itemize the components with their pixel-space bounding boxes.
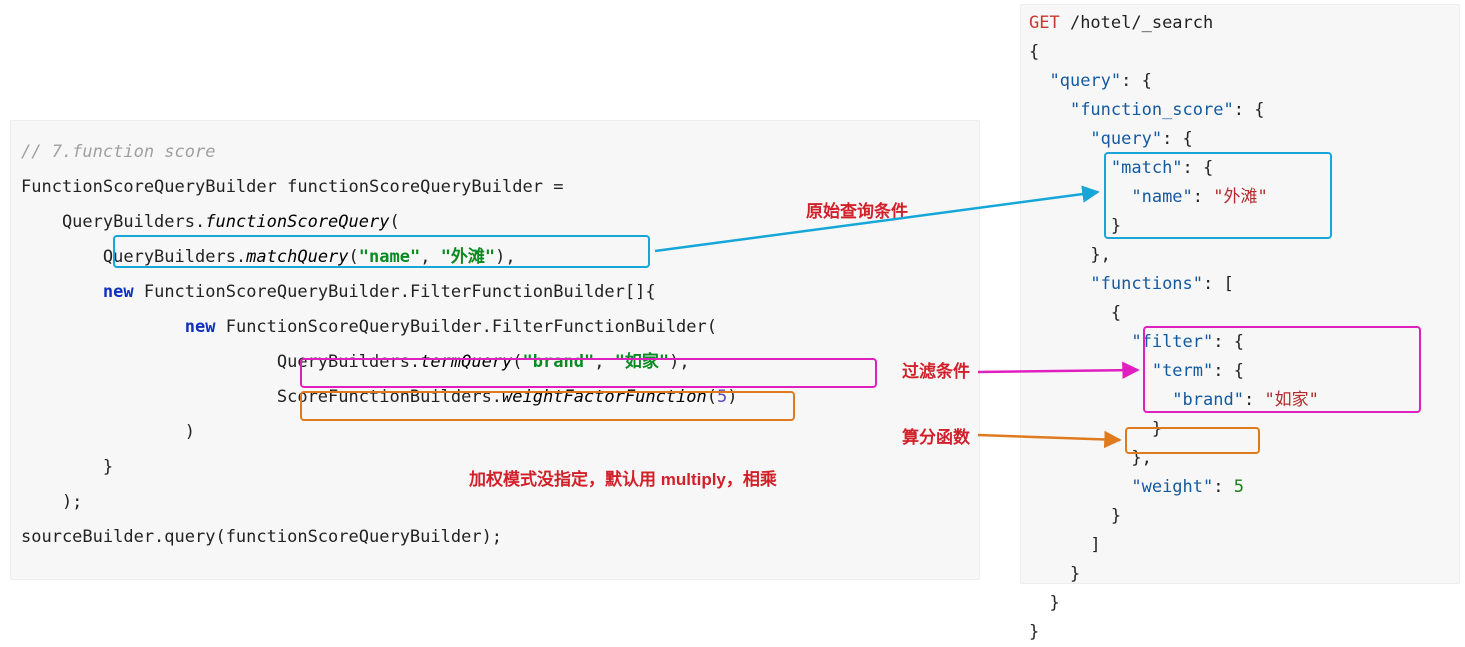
code-line: new FunctionScoreQueryBuilder.FilterFunc…: [21, 310, 969, 345]
dsl-line: {: [1029, 299, 1451, 328]
dsl-line: "functions": [: [1029, 270, 1451, 299]
dsl-line: "name": "外滩": [1029, 183, 1451, 212]
dsl-line: "query": {: [1029, 125, 1451, 154]
dsl-line: }: [1029, 502, 1451, 531]
dsl-line: "filter": {: [1029, 328, 1451, 357]
dsl-line: {: [1029, 38, 1451, 67]
json-dsl-panel: GET /hotel/_search { "query": { "functio…: [1020, 4, 1460, 584]
code-line-term: QueryBuilders.termQuery("brand", "如家"),: [21, 345, 969, 380]
dsl-line-weight: "weight": 5: [1029, 473, 1451, 502]
dsl-line: }: [1029, 560, 1451, 589]
dsl-line: GET /hotel/_search: [1029, 9, 1451, 38]
dsl-line: }: [1029, 415, 1451, 444]
code-line-match: QueryBuilders.matchQuery("name", "外滩"),: [21, 240, 969, 275]
code-line: }: [21, 450, 969, 485]
java-code-panel: // 7.function score FunctionScoreQueryBu…: [10, 120, 980, 580]
code-line: );: [21, 485, 969, 520]
dsl-line: "function_score": {: [1029, 96, 1451, 125]
dsl-line: "query": {: [1029, 67, 1451, 96]
code-line: FunctionScoreQueryBuilder functionScoreQ…: [21, 170, 969, 205]
dsl-line: },: [1029, 444, 1451, 473]
code-comment: // 7.function score: [21, 135, 969, 170]
code-line: sourceBuilder.query(functionScoreQueryBu…: [21, 520, 969, 555]
dsl-line-term: "term": {: [1029, 357, 1451, 386]
dsl-line-match: "match": {: [1029, 154, 1451, 183]
dsl-line: },: [1029, 241, 1451, 270]
dsl-line: }: [1029, 212, 1451, 241]
code-line: ): [21, 415, 969, 450]
code-line: QueryBuilders.functionScoreQuery(: [21, 205, 969, 240]
dsl-line: }: [1029, 589, 1451, 618]
dsl-line: "brand": "如家": [1029, 386, 1451, 415]
dsl-line: ]: [1029, 531, 1451, 560]
dsl-line: }: [1029, 618, 1451, 647]
code-line: new FunctionScoreQueryBuilder.FilterFunc…: [21, 275, 969, 310]
code-line-weight: ScoreFunctionBuilders.weightFactorFuncti…: [21, 380, 969, 415]
